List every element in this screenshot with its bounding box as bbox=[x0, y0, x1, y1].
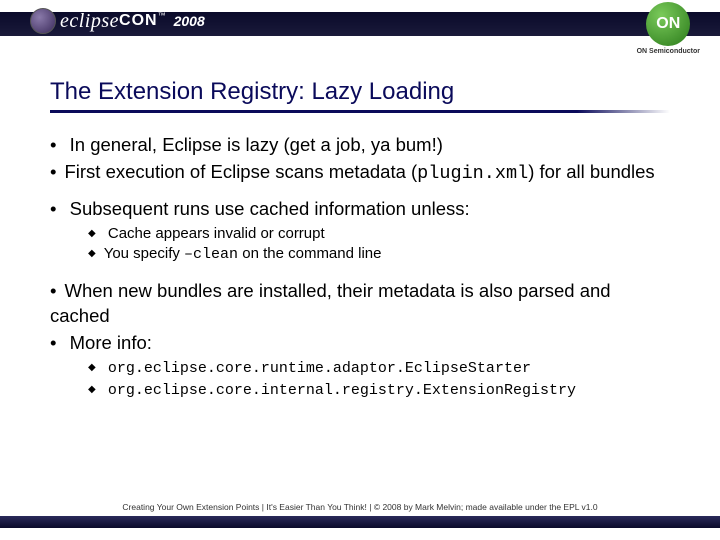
bullet-l1: More info: bbox=[50, 331, 670, 356]
bullet-text: When new bundles are installed, their me… bbox=[50, 280, 611, 326]
slide-title: The Extension Registry: Lazy Loading bbox=[50, 78, 670, 106]
bullet-text: Subsequent runs use cached information u… bbox=[70, 198, 470, 219]
bullet-l1: First execution of Eclipse scans metadat… bbox=[50, 160, 670, 187]
bullet-text-mono: plugin.xml bbox=[417, 163, 528, 184]
eclipse-icon bbox=[30, 8, 56, 34]
slide-header: eclipse CON ™ 2008 ON ON Semiconductor bbox=[0, 0, 720, 60]
sponsor-logo: ON ON Semiconductor bbox=[637, 2, 700, 55]
bullet-marker bbox=[50, 280, 64, 301]
bullet-text-mono: org.eclipse.core.runtime.adaptor.Eclipse… bbox=[108, 360, 531, 377]
bullet-l2: You specify –clean on the command line bbox=[88, 244, 670, 265]
bullet-text-part: You specify bbox=[104, 245, 184, 262]
bullet-text: More info: bbox=[70, 332, 152, 353]
bullet-text-mono: org.eclipse.core.internal.registry.Exten… bbox=[108, 382, 576, 399]
bullet-text-mono: –clean bbox=[184, 246, 238, 263]
bullet-text: Cache appears invalid or corrupt bbox=[108, 225, 325, 242]
footer-text: Creating Your Own Extension Points | It'… bbox=[0, 502, 720, 528]
slide-content: The Extension Registry: Lazy Loading In … bbox=[0, 60, 720, 401]
slide-footer: Creating Your Own Extension Points | It'… bbox=[0, 502, 720, 528]
bullet-text-part: First execution of Eclipse scans metadat… bbox=[64, 161, 417, 182]
bullet-l2: org.eclipse.core.runtime.adaptor.Eclipse… bbox=[88, 358, 670, 379]
eclipse-logo: eclipse CON ™ 2008 bbox=[30, 8, 205, 34]
bullet-l2: Cache appears invalid or corrupt bbox=[88, 224, 670, 244]
trademark: ™ bbox=[158, 11, 166, 20]
bullet-l1: Subsequent runs use cached information u… bbox=[50, 197, 670, 222]
eclipse-brand-text: eclipse bbox=[60, 10, 119, 33]
bullet-l1: In general, Eclipse is lazy (get a job, … bbox=[50, 133, 670, 158]
bullet-marker bbox=[88, 245, 104, 262]
bullet-text-part: on the command line bbox=[238, 245, 381, 262]
bullet-marker bbox=[50, 161, 64, 182]
sponsor-subtext: ON Semiconductor bbox=[637, 48, 700, 55]
eclipse-con-text: CON bbox=[119, 12, 158, 30]
bullet-text-part: ) for all bundles bbox=[528, 161, 654, 182]
year-badge: 2008 bbox=[174, 13, 205, 29]
title-underline bbox=[50, 110, 670, 113]
bullet-text: In general, Eclipse is lazy (get a job, … bbox=[70, 134, 443, 155]
bullet-l2: org.eclipse.core.internal.registry.Exten… bbox=[88, 380, 670, 401]
on-logo-icon: ON bbox=[646, 2, 690, 46]
bullet-l1: When new bundles are installed, their me… bbox=[50, 279, 670, 329]
bullet-list: In general, Eclipse is lazy (get a job, … bbox=[50, 133, 670, 401]
